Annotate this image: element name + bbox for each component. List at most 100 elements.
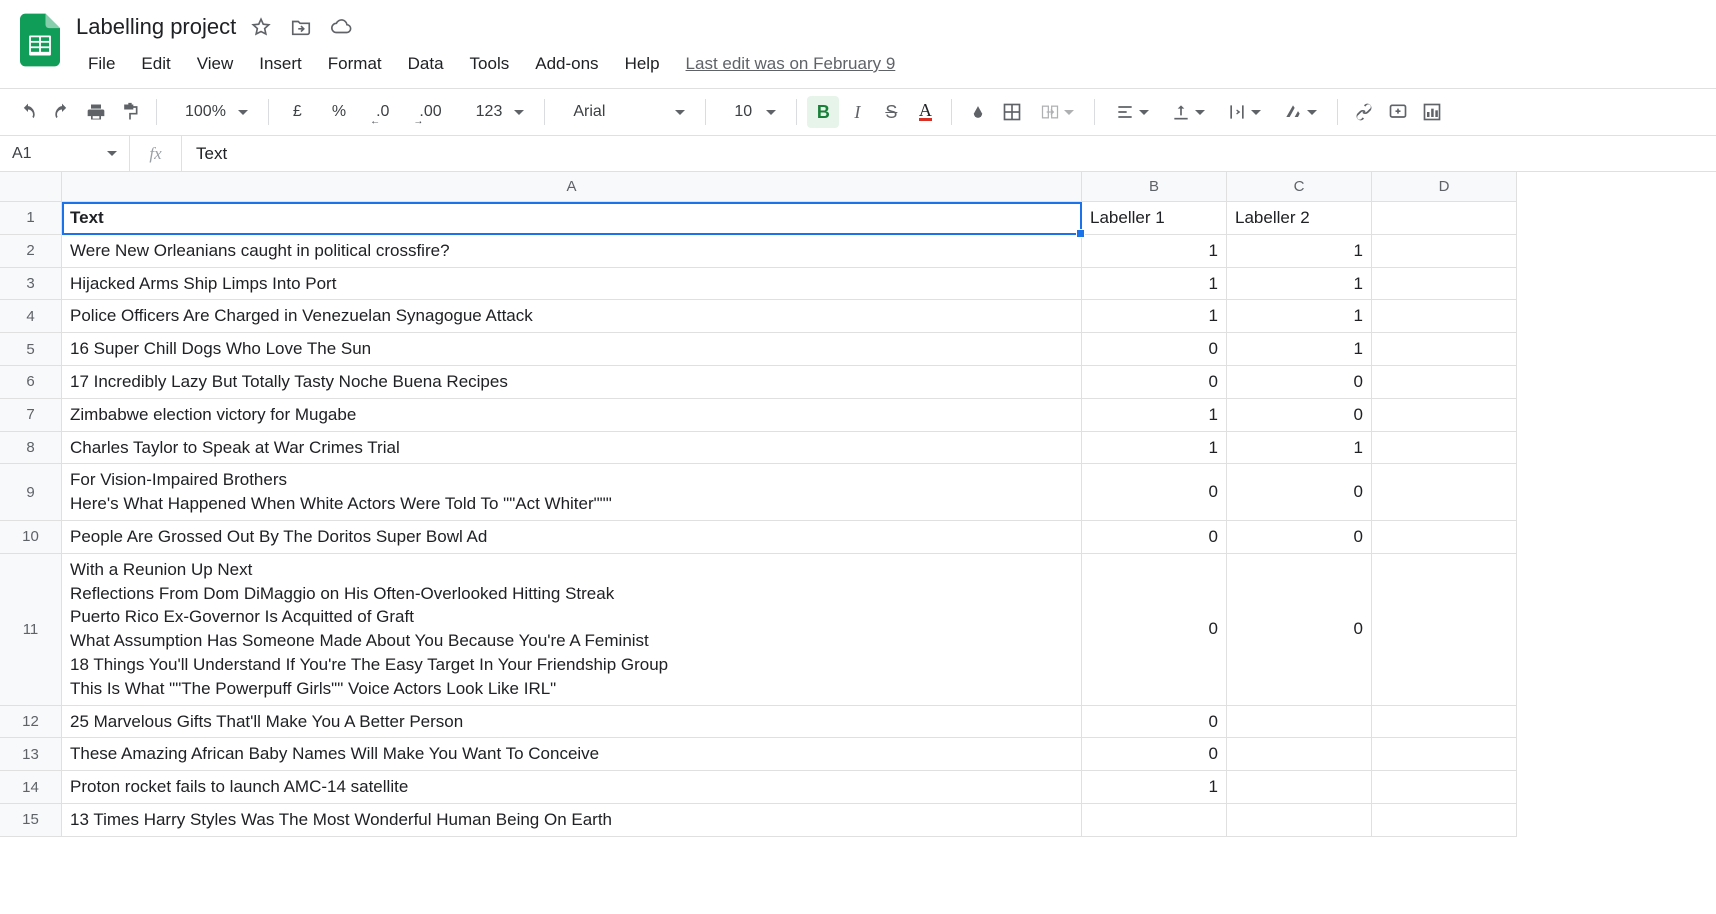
insert-chart-button[interactable] bbox=[1416, 96, 1448, 128]
column-header-B[interactable]: B bbox=[1082, 172, 1227, 202]
row-header-8[interactable]: 8 bbox=[0, 432, 62, 465]
cell-A14[interactable]: Proton rocket fails to launch AMC-14 sat… bbox=[62, 771, 1082, 804]
cell-A12[interactable]: 25 Marvelous Gifts That'll Make You A Be… bbox=[62, 706, 1082, 739]
cell-C14[interactable] bbox=[1227, 771, 1372, 804]
cell-B15[interactable] bbox=[1082, 804, 1227, 837]
last-edit-link[interactable]: Last edit was on February 9 bbox=[686, 54, 896, 74]
strikethrough-button[interactable]: S bbox=[875, 96, 907, 128]
increase-decimal-button[interactable]: .00→ bbox=[405, 96, 455, 128]
column-header-C[interactable]: C bbox=[1227, 172, 1372, 202]
cell-B5[interactable]: 0 bbox=[1082, 333, 1227, 366]
menu-data[interactable]: Data bbox=[396, 48, 456, 80]
cell-A3[interactable]: Hijacked Arms Ship Limps Into Port bbox=[62, 268, 1082, 301]
cell-D3[interactable] bbox=[1372, 268, 1517, 301]
more-formats-dropdown[interactable]: 123 bbox=[458, 96, 535, 128]
cell-A9[interactable]: For Vision-Impaired Brothers Here's What… bbox=[62, 464, 1082, 521]
row-header-3[interactable]: 3 bbox=[0, 268, 62, 301]
row-header-9[interactable]: 9 bbox=[0, 464, 62, 521]
cell-D7[interactable] bbox=[1372, 399, 1517, 432]
row-header-6[interactable]: 6 bbox=[0, 366, 62, 399]
cell-C15[interactable] bbox=[1227, 804, 1372, 837]
text-color-button[interactable]: A bbox=[909, 96, 941, 128]
cell-B10[interactable]: 0 bbox=[1082, 521, 1227, 554]
cell-A15[interactable]: 13 Times Harry Styles Was The Most Wonde… bbox=[62, 804, 1082, 837]
cell-C2[interactable]: 1 bbox=[1227, 235, 1372, 268]
cell-D15[interactable] bbox=[1372, 804, 1517, 837]
fill-color-button[interactable] bbox=[962, 96, 994, 128]
cell-B7[interactable]: 1 bbox=[1082, 399, 1227, 432]
insert-comment-button[interactable] bbox=[1382, 96, 1414, 128]
row-header-10[interactable]: 10 bbox=[0, 521, 62, 554]
cell-A4[interactable]: Police Officers Are Charged in Venezuela… bbox=[62, 300, 1082, 333]
cell-B4[interactable]: 1 bbox=[1082, 300, 1227, 333]
cell-C7[interactable]: 0 bbox=[1227, 399, 1372, 432]
cell-B9[interactable]: 0 bbox=[1082, 464, 1227, 521]
cell-B12[interactable]: 0 bbox=[1082, 706, 1227, 739]
italic-button[interactable]: I bbox=[841, 96, 873, 128]
cell-D6[interactable] bbox=[1372, 366, 1517, 399]
cell-C6[interactable]: 0 bbox=[1227, 366, 1372, 399]
undo-button[interactable] bbox=[12, 96, 44, 128]
cell-A7[interactable]: Zimbabwe election victory for Mugabe bbox=[62, 399, 1082, 432]
menu-insert[interactable]: Insert bbox=[247, 48, 314, 80]
cell-D13[interactable] bbox=[1372, 738, 1517, 771]
paint-format-button[interactable] bbox=[114, 96, 146, 128]
document-title[interactable]: Labelling project bbox=[76, 14, 236, 40]
cell-C4[interactable]: 1 bbox=[1227, 300, 1372, 333]
menu-addons[interactable]: Add-ons bbox=[523, 48, 610, 80]
percent-button[interactable]: % bbox=[318, 96, 360, 128]
cell-D10[interactable] bbox=[1372, 521, 1517, 554]
row-header-4[interactable]: 4 bbox=[0, 300, 62, 333]
cell-C3[interactable]: 1 bbox=[1227, 268, 1372, 301]
horizontal-align-dropdown[interactable] bbox=[1105, 96, 1159, 128]
redo-button[interactable] bbox=[46, 96, 78, 128]
cell-D1[interactable] bbox=[1372, 202, 1517, 235]
cell-A1[interactable]: Text bbox=[62, 202, 1082, 235]
cell-A8[interactable]: Charles Taylor to Speak at War Crimes Tr… bbox=[62, 432, 1082, 465]
text-wrap-dropdown[interactable] bbox=[1217, 96, 1271, 128]
font-family-dropdown[interactable]: Arial bbox=[555, 96, 695, 128]
cell-B2[interactable]: 1 bbox=[1082, 235, 1227, 268]
cell-D11[interactable] bbox=[1372, 554, 1517, 706]
row-header-11[interactable]: 11 bbox=[0, 554, 62, 706]
menu-edit[interactable]: Edit bbox=[129, 48, 182, 80]
vertical-align-dropdown[interactable] bbox=[1161, 96, 1215, 128]
cell-D4[interactable] bbox=[1372, 300, 1517, 333]
star-icon[interactable] bbox=[250, 16, 272, 38]
cell-B1[interactable]: Labeller 1 bbox=[1082, 202, 1227, 235]
menu-tools[interactable]: Tools bbox=[458, 48, 522, 80]
row-header-5[interactable]: 5 bbox=[0, 333, 62, 366]
select-all-corner[interactable] bbox=[0, 172, 62, 202]
cell-C13[interactable] bbox=[1227, 738, 1372, 771]
cell-D8[interactable] bbox=[1372, 432, 1517, 465]
menu-file[interactable]: File bbox=[76, 48, 127, 80]
cell-B13[interactable]: 0 bbox=[1082, 738, 1227, 771]
row-header-7[interactable]: 7 bbox=[0, 399, 62, 432]
cell-B8[interactable]: 1 bbox=[1082, 432, 1227, 465]
cell-A13[interactable]: These Amazing African Baby Names Will Ma… bbox=[62, 738, 1082, 771]
menu-help[interactable]: Help bbox=[613, 48, 672, 80]
decrease-decimal-button[interactable]: .0← bbox=[362, 96, 403, 128]
menu-format[interactable]: Format bbox=[316, 48, 394, 80]
row-header-2[interactable]: 2 bbox=[0, 235, 62, 268]
cell-A2[interactable]: Were New Orleanians caught in political … bbox=[62, 235, 1082, 268]
merge-cells-dropdown[interactable] bbox=[1030, 96, 1084, 128]
zoom-dropdown[interactable]: 100% bbox=[167, 96, 258, 128]
row-header-15[interactable]: 15 bbox=[0, 804, 62, 837]
cell-B6[interactable]: 0 bbox=[1082, 366, 1227, 399]
font-size-dropdown[interactable]: 10 bbox=[716, 96, 786, 128]
row-header-14[interactable]: 14 bbox=[0, 771, 62, 804]
currency-button[interactable]: £ bbox=[279, 96, 316, 128]
cell-D12[interactable] bbox=[1372, 706, 1517, 739]
row-header-12[interactable]: 12 bbox=[0, 706, 62, 739]
cell-C1[interactable]: Labeller 2 bbox=[1227, 202, 1372, 235]
cloud-status-icon[interactable] bbox=[330, 16, 352, 38]
column-header-A[interactable]: A bbox=[62, 172, 1082, 202]
cell-C9[interactable]: 0 bbox=[1227, 464, 1372, 521]
cell-A11[interactable]: With a Reunion Up Next Reflections From … bbox=[62, 554, 1082, 706]
menu-view[interactable]: View bbox=[185, 48, 246, 80]
cell-C11[interactable]: 0 bbox=[1227, 554, 1372, 706]
cell-C5[interactable]: 1 bbox=[1227, 333, 1372, 366]
cell-D14[interactable] bbox=[1372, 771, 1517, 804]
row-header-13[interactable]: 13 bbox=[0, 738, 62, 771]
